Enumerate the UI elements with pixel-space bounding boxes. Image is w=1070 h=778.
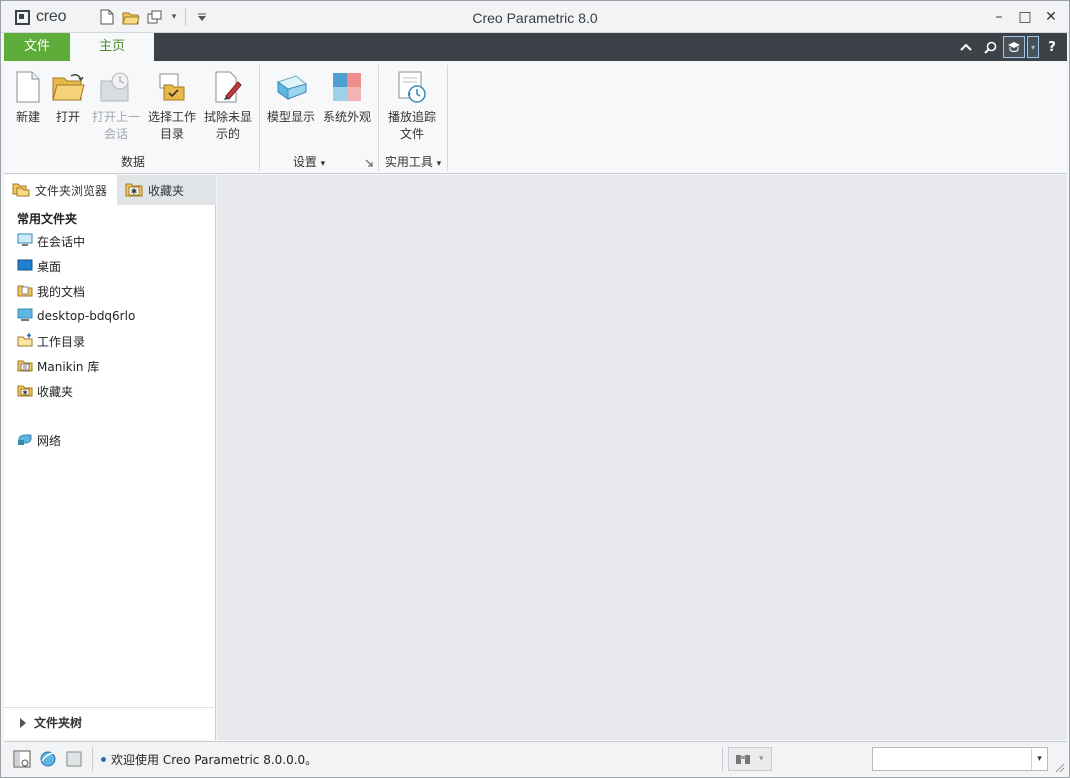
select-working-directory-button[interactable]: 选择工作 目录 — [145, 65, 199, 143]
open-folder-large-icon — [48, 65, 88, 109]
common-folders-header: 常用文件夹 — [17, 212, 78, 226]
toggle-browser-icon[interactable] — [38, 749, 58, 769]
nav-item-label: 收藏夹 — [37, 384, 74, 399]
ribbon-tab-bar: 文件 主页 ▾ ? — [4, 33, 1067, 61]
nav-item-label: Manikin 库 — [37, 359, 100, 374]
nav-item-label: desktop-bdq6rlo — [37, 309, 136, 323]
new-document-icon — [8, 65, 48, 109]
close-icon[interactable]: ✕ — [1041, 7, 1061, 27]
status-message-text: 欢迎使用 Creo Parametric 8.0.0.0。 — [111, 753, 318, 767]
erase-not-displayed-button[interactable]: 拭除未显 示的 — [201, 65, 255, 143]
svg-text:✱: ✱ — [131, 187, 138, 196]
folder-browser-icon — [12, 181, 30, 200]
utilities-dropdown-icon: ▾ — [436, 159, 442, 169]
main-graphics-area[interactable] — [217, 175, 1067, 740]
window-controls: – □ ✕ — [989, 7, 1061, 27]
favorites-tab-icon: ✱ — [125, 181, 143, 200]
message-bullet-icon — [101, 757, 106, 762]
binoculars-icon — [735, 751, 751, 768]
nav-item-in-session[interactable]: 在会话中 — [17, 231, 85, 251]
favorites-tab-label: 收藏夹 — [148, 183, 185, 198]
window-title: Creo Parametric 8.0 — [472, 10, 598, 26]
session-icon — [17, 233, 33, 250]
selection-filter-select[interactable]: ▾ — [872, 747, 1048, 771]
nav-item-my-documents[interactable]: 我的文档 — [17, 281, 85, 301]
library-icon — [17, 358, 33, 375]
nav-item-network[interactable]: 网络 — [17, 430, 61, 450]
status-bar: 欢迎使用 Creo Parametric 8.0.0.0。 ▾ ▾ — [4, 741, 1067, 775]
tab-file[interactable]: 文件 — [4, 33, 70, 61]
folder-browser-label: 文件夹浏览器 — [35, 183, 108, 198]
utilities-label: 实用工具 — [384, 155, 433, 169]
creo-window: creo ▾ Creo Parametric 8.0 – □ ✕ 文件 主页 ▾… — [0, 0, 1070, 778]
nav-item-label: 我的文档 — [37, 284, 86, 299]
workdir-icon — [17, 332, 33, 350]
open-last-session-button[interactable]: 打开上一 会话 — [89, 65, 143, 143]
model-display-button[interactable]: 模型显示 — [264, 65, 318, 126]
learning-icon[interactable] — [1003, 36, 1025, 58]
ribbon-separator — [378, 65, 379, 171]
erase-icon — [201, 65, 255, 109]
learning-dropdown-icon[interactable]: ▾ — [1027, 36, 1039, 58]
tab-bar-tools: ▾ ? — [955, 36, 1063, 58]
expand-triangle-icon — [20, 717, 26, 728]
tab-folder-browser[interactable]: 文件夹浏览器 — [4, 175, 117, 205]
settings-dialog-launcher-icon[interactable] — [365, 157, 375, 167]
working-directory-icon — [145, 65, 199, 109]
selection-filter-dropdown-icon[interactable]: ▾ — [1031, 748, 1047, 770]
nav-item-favorites[interactable]: ✱ 收藏夹 — [17, 381, 73, 401]
open-button[interactable]: 打开 — [48, 65, 88, 126]
maximize-icon[interactable]: □ — [1015, 7, 1035, 27]
status-separator — [92, 747, 93, 771]
folder-tree-label: 文件夹树 — [34, 716, 83, 730]
network-icon — [17, 432, 33, 449]
navigator-panel: 文件夹浏览器 ✱ 收藏夹 常用文件夹 在会话中 桌面 我的文档 desktop-… — [4, 175, 216, 740]
svg-text:✱: ✱ — [22, 389, 27, 396]
toggle-navigator-icon[interactable] — [12, 749, 32, 769]
desktop-icon — [17, 258, 33, 275]
nav-item-computer[interactable]: desktop-bdq6rlo — [17, 306, 135, 326]
play-trail-file-button[interactable]: 播放追踪 文件 — [385, 65, 439, 143]
system-appearance-icon — [320, 65, 374, 109]
favorites-icon: ✱ — [17, 383, 33, 400]
nav-item-desktop[interactable]: 桌面 — [17, 256, 61, 276]
ribbon-separator — [447, 65, 448, 171]
group-label-data: 数据 — [120, 155, 145, 169]
search-icon[interactable] — [979, 36, 1001, 58]
nav-item-working-directory[interactable]: 工作目录 — [17, 331, 85, 351]
play-trail-icon — [385, 65, 439, 109]
group-label-utilities[interactable]: 实用工具 ▾ — [381, 153, 445, 170]
model-display-icon — [264, 65, 318, 109]
tab-favorites[interactable]: ✱ 收藏夹 — [117, 175, 216, 205]
status-separator — [722, 747, 723, 771]
full-screen-icon[interactable] — [64, 749, 84, 769]
settings-dropdown-icon: ▾ — [320, 159, 326, 169]
status-message: 欢迎使用 Creo Parametric 8.0.0.0。 — [101, 751, 317, 768]
settings-label: 设置 — [292, 155, 317, 169]
nav-item-label: 工作目录 — [37, 334, 86, 349]
minimize-icon[interactable]: – — [989, 7, 1009, 27]
nav-item-label: 网络 — [37, 433, 62, 448]
new-button[interactable]: 新建 — [8, 65, 48, 126]
find-dropdown-icon[interactable]: ▾ — [759, 754, 764, 764]
nav-item-manikin-library[interactable]: Manikin 库 — [17, 356, 99, 376]
title-bar: creo ▾ Creo Parametric 8.0 – □ ✕ — [1, 1, 1069, 33]
collapse-ribbon-icon[interactable] — [955, 36, 977, 58]
find-button[interactable]: ▾ — [728, 747, 772, 771]
nav-item-label: 桌面 — [37, 259, 62, 274]
group-label-settings[interactable]: 设置 ▾ — [274, 153, 344, 170]
navigator-tabs: 文件夹浏览器 ✱ 收藏夹 — [4, 175, 216, 205]
folder-tree-toggle[interactable]: 文件夹树 — [4, 707, 216, 737]
resize-grip-icon[interactable] — [1053, 761, 1065, 773]
system-appearance-button[interactable]: 系统外观 — [320, 65, 374, 126]
help-icon[interactable]: ? — [1041, 36, 1063, 58]
tab-home[interactable]: 主页 — [70, 33, 154, 61]
computer-icon — [17, 308, 33, 325]
ribbon-home: 新建 打开 打开上一 会话 选择工作 目录 拭除未显 示的 数据 模型显示 系统… — [4, 61, 1067, 174]
open-last-session-icon — [89, 65, 143, 109]
ribbon-separator — [259, 65, 260, 171]
documents-icon — [17, 283, 33, 300]
nav-item-label: 在会话中 — [37, 234, 86, 249]
